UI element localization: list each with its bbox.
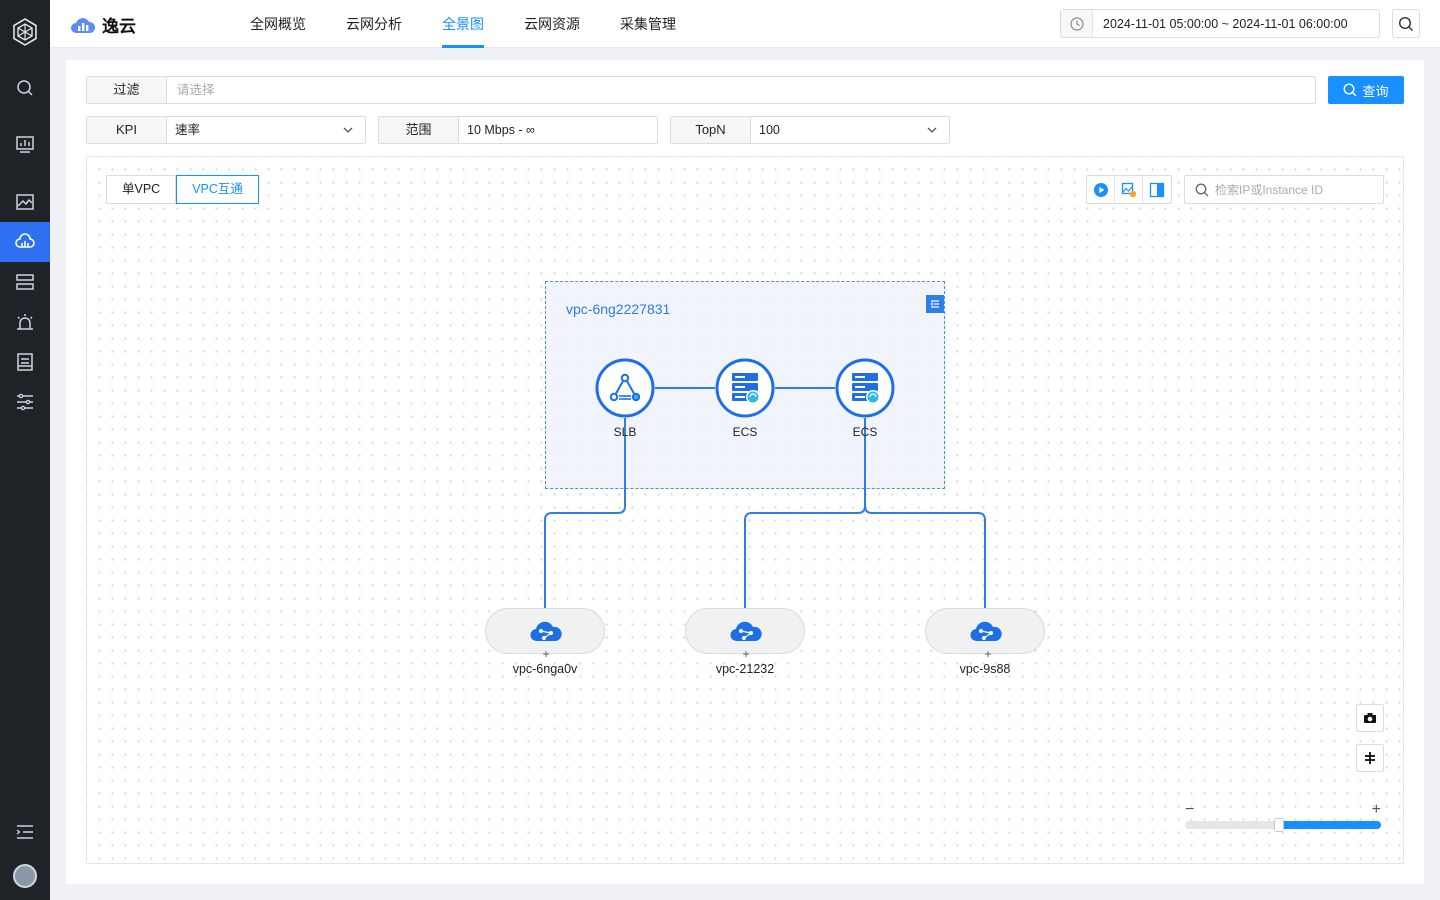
nav-analysis[interactable]: 云网分析 [346,0,402,48]
menu-collapse-icon [16,825,33,839]
zoom-slider[interactable]: − + [1185,801,1385,835]
server-list-icon [16,274,34,290]
filter-label: 过滤 [87,77,167,103]
chevron-down-icon [927,127,937,133]
load-balancer-icon[interactable] [595,358,655,418]
screenshot-button[interactable] [1356,704,1384,732]
fit-view-button[interactable] [1356,744,1384,772]
link-slb-vpc-6nga0v [544,418,626,608]
server-icon[interactable] [835,358,895,418]
nav-overview[interactable]: 全网概览 [250,0,306,48]
expand-icon[interactable]: + [982,648,994,660]
node-label-ecs-1: ECS [732,425,758,439]
search-icon [1343,83,1357,97]
sidebar-item-report[interactable] [0,342,50,382]
sidebar-item-search[interactable] [0,68,50,108]
zoom-thumb[interactable] [1274,818,1284,832]
camera-icon [1364,713,1376,723]
zoom-out-button[interactable]: − [1185,801,1194,819]
clock-icon [1061,10,1093,37]
remote-vpc-node[interactable]: + [925,608,1045,660]
query-button-label: 查询 [1362,83,1389,99]
topn-select[interactable]: TopN 100 [670,116,950,144]
server-icon[interactable] [715,358,775,418]
alarm-icon [17,314,33,330]
topn-label: TopN [671,117,751,143]
kpi-select[interactable]: KPI 速率 [86,116,366,144]
sidebar [0,0,50,900]
sidebar-collapse-button[interactable] [0,812,50,852]
nav-collection[interactable]: 采集管理 [620,0,676,48]
dashboard-icon [16,136,34,153]
cloud-network-icon [15,233,35,248]
time-range-picker[interactable]: 2024-11-01 05:00:00 ~ 2024-11-01 06:00:0… [1060,9,1380,38]
node-label-slb: SLB [613,425,637,439]
zoom-fill [1279,821,1381,829]
brand-name: 逸云 [102,17,136,36]
link-ecs2-vpc-21232 [744,418,866,608]
zoom-in-button[interactable]: + [1372,801,1381,819]
sidebar-item-dashboard[interactable] [0,124,50,164]
remote-vpc-node[interactable]: + [685,608,805,660]
header-search-button[interactable] [1392,9,1420,38]
search-icon [17,80,33,96]
top-header: 逸云 全网概览 云网分析 全景图 云网资源 采集管理 2024-11-01 05… [50,0,1440,48]
main-panel: 过滤 请选择 查询 KPI 速率 范围 10 Mbps - ∞ TopN 100… [66,60,1424,884]
range-value[interactable]: 10 Mbps - ∞ [459,117,657,143]
sidebar-item-resources[interactable] [0,262,50,302]
range-label: 范围 [379,117,459,143]
filter-input[interactable]: 请选择 [167,77,1315,103]
link-ecs2-vpc-9s88 [864,505,986,608]
brand-logo-icon [71,17,96,33]
topn-value: 100 [759,123,780,137]
kpi-label: KPI [87,117,167,143]
expand-icon[interactable]: + [540,648,552,660]
kpi-value-field[interactable]: 速率 [167,117,365,143]
range-field[interactable]: 范围 10 Mbps - ∞ [378,116,658,144]
settings-list-icon [17,393,33,411]
remote-vpc-node[interactable]: + [485,608,605,660]
nav-panorama[interactable]: 全景图 [442,0,484,48]
remote-vpc-label: vpc-6nga0v [512,662,578,676]
app-logo-icon[interactable] [11,18,39,46]
brand[interactable]: 逸云 [70,12,136,37]
time-range-value: 2024-11-01 05:00:00 ~ 2024-11-01 06:00:0… [1103,16,1348,31]
cloud-vpc-icon [530,621,562,642]
nav-resources[interactable]: 云网资源 [524,0,580,48]
fit-center-icon [1365,752,1375,764]
search-icon [1398,16,1413,31]
report-icon [17,353,33,371]
sidebar-item-cloud-network[interactable] [0,222,50,262]
node-label-ecs-2: ECS [852,425,878,439]
cloud-vpc-icon [970,621,1002,642]
cloud-vpc-icon [730,621,762,642]
image-chart-icon [16,194,34,210]
remote-vpc-label: vpc-9s88 [959,662,1011,676]
avatar[interactable] [13,864,37,888]
remote-vpc-label: vpc-21232 [715,662,775,676]
sidebar-item-monitor[interactable] [0,182,50,222]
sidebar-item-settings[interactable] [0,382,50,422]
topn-value-field[interactable]: 100 [751,117,949,143]
kpi-value: 速率 [175,123,201,137]
topology-links [544,387,986,608]
chevron-down-icon [343,127,353,133]
expand-icon[interactable]: + [740,648,752,660]
zoom-track[interactable] [1185,818,1381,832]
sidebar-item-alarm[interactable] [0,302,50,342]
topology-canvas[interactable]: 单VPC VPC互通 vpc-6ng2227831 [86,156,1404,864]
query-button[interactable]: 查询 [1328,76,1404,104]
filter-bar: 过滤 请选择 [86,76,1316,104]
main-nav: 全网概览 云网分析 全景图 云网资源 采集管理 [250,0,716,48]
